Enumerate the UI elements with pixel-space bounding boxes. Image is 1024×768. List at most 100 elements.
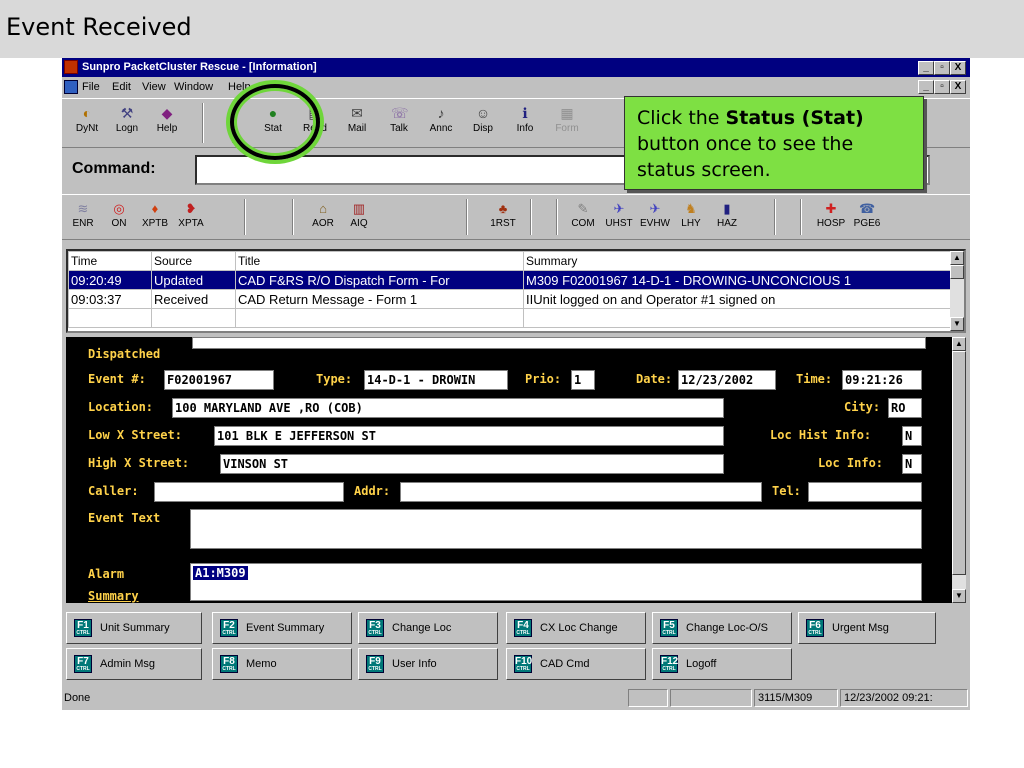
event-text-field[interactable] xyxy=(190,509,922,549)
loc-hist-info-field[interactable]: N xyxy=(902,426,922,446)
caller-label: Caller: xyxy=(88,484,139,498)
enr-button[interactable]: ≋ ENR xyxy=(66,199,100,237)
minimize-button[interactable]: _ xyxy=(918,61,934,75)
scroll-thumb[interactable] xyxy=(952,351,966,575)
1rst-button[interactable]: ♣ 1RST xyxy=(486,199,520,237)
time-field[interactable]: 09:21:26 xyxy=(842,370,922,390)
f4-key-icon: F4 CTRL xyxy=(514,619,532,637)
com-button[interactable]: ✎ COM xyxy=(566,199,600,237)
scroll-down-icon[interactable]: ▼ xyxy=(952,589,966,603)
f7-admin-msg-button[interactable]: F7 CTRL Admin Msg xyxy=(66,648,202,680)
f12-logoff-button[interactable]: F12 CTRL Logoff xyxy=(652,648,792,680)
evhw-button[interactable]: ✈ EVHW xyxy=(638,199,672,237)
tel-field[interactable] xyxy=(808,482,922,502)
on-button[interactable]: ◎ ON xyxy=(102,199,136,237)
menubar: File Edit View Window Help _ ▫ X xyxy=(62,78,970,96)
dispatched-field xyxy=(192,337,926,349)
page-icon: ☎ xyxy=(859,201,876,216)
cell-time: 09:03:37 xyxy=(68,289,152,309)
f4-cx-loc-change-button[interactable]: F4 CTRL CX Loc Change xyxy=(506,612,646,644)
xpta-button[interactable]: ❥ XPTA xyxy=(174,199,208,237)
column-time[interactable]: Time xyxy=(68,251,152,271)
f1-key-icon: F1 CTRL xyxy=(74,619,92,637)
f5-change-loc-os-button[interactable]: F5 CTRL Change Loc-O/S xyxy=(652,612,792,644)
close-button[interactable]: X xyxy=(950,61,966,75)
city-field[interactable]: RO xyxy=(888,398,922,418)
type-field[interactable]: 14-D-1 - DROWIN xyxy=(364,370,508,390)
f10-cad-cmd-button[interactable]: F10 CTRL CAD Cmd xyxy=(506,648,646,680)
scroll-up-icon[interactable]: ▲ xyxy=(952,337,966,351)
toolbar-separator xyxy=(466,199,468,235)
cell-title: CAD Return Message - Form 1 xyxy=(235,289,524,309)
low-x-street-label: Low X Street: xyxy=(88,428,182,442)
maximize-button[interactable]: ▫ xyxy=(934,61,950,75)
message-list-scrollbar[interactable]: ▲ ▼ xyxy=(950,251,964,331)
f1-unit-summary-button[interactable]: F1 CTRL Unit Summary xyxy=(66,612,202,644)
child-minimize-button[interactable]: _ xyxy=(918,80,934,94)
date-field[interactable]: 12/23/2002 xyxy=(678,370,776,390)
f2-key-icon: F2 CTRL xyxy=(220,619,238,637)
location-label: Location: xyxy=(88,400,154,414)
stat-highlight-circle xyxy=(230,84,320,160)
addr-field[interactable] xyxy=(400,482,762,502)
dynt-button[interactable]: ◐ DyNt xyxy=(68,103,106,145)
menu-file[interactable]: File xyxy=(82,78,100,96)
xptb-button[interactable]: ♦ XPTB xyxy=(138,199,172,237)
table-row[interactable]: 09:03:37 Received CAD Return Message - F… xyxy=(68,289,955,309)
scroll-thumb[interactable] xyxy=(950,265,964,279)
login-icon: ⚒ xyxy=(120,105,134,121)
document-icon[interactable] xyxy=(64,80,78,94)
logn-button[interactable]: ⚒ Logn xyxy=(108,103,146,145)
display-icon: ☺ xyxy=(475,105,491,121)
low-x-street-field[interactable]: 101 BLK E JEFFERSON ST xyxy=(214,426,724,446)
aor-button[interactable]: ⌂ AOR xyxy=(306,199,340,237)
announce-icon: ♪ xyxy=(437,105,445,121)
column-title[interactable]: Title xyxy=(235,251,524,271)
info-button[interactable]: ℹ Info xyxy=(506,103,544,145)
aiq-button[interactable]: ▥ AIQ xyxy=(342,199,376,237)
column-source[interactable]: Source xyxy=(151,251,236,271)
high-x-street-field[interactable]: VINSON ST xyxy=(220,454,724,474)
location-field[interactable]: 100 MARYLAND AVE ,RO (COB) xyxy=(172,398,724,418)
lhy-button[interactable]: ♞ LHY xyxy=(674,199,708,237)
uhst-button[interactable]: ✈ UHST xyxy=(602,199,636,237)
f2-event-summary-button[interactable]: F2 CTRL Event Summary xyxy=(212,612,352,644)
loc-hist-info-label: Loc Hist Info: xyxy=(770,428,872,442)
scroll-down-icon[interactable]: ▼ xyxy=(950,317,964,331)
status-toolbar: ≋ ENR ◎ ON ♦ XPTB ❥ XPTA ⌂ AOR ▥ AIQ ♣ 1RST ✎ CO… xyxy=(62,194,970,240)
addr-label: Addr: xyxy=(354,484,391,498)
table-row[interactable]: 09:20:49 Updated CAD F&RS R/O Dispatch F… xyxy=(68,270,955,290)
status-panel xyxy=(628,689,668,707)
hosp-button[interactable]: ✚ HOSP xyxy=(814,199,848,237)
prio-field[interactable]: 1 xyxy=(571,370,595,390)
pge6-button[interactable]: ☎ PGE6 xyxy=(850,199,884,237)
caller-field[interactable] xyxy=(154,482,344,502)
menu-window[interactable]: Window xyxy=(174,78,213,96)
column-summary[interactable]: Summary xyxy=(523,251,955,271)
alarm-summary-field[interactable]: A1:M309 xyxy=(190,563,922,601)
disp-button[interactable]: ☺ Disp xyxy=(464,103,502,145)
help-button[interactable]: ◆ Help xyxy=(148,103,186,145)
detail-scrollbar[interactable]: ▲ ▼ xyxy=(952,337,966,603)
type-label: Type: xyxy=(316,372,353,386)
annc-button[interactable]: ♪ Annc xyxy=(422,103,460,145)
mail-button[interactable]: ✉ Mail xyxy=(338,103,376,145)
menu-view[interactable]: View xyxy=(142,78,166,96)
loc-info-field[interactable]: N xyxy=(902,454,922,474)
slide-title: Event Received xyxy=(6,13,192,41)
f3-change-loc-button[interactable]: F3 CTRL Change Loc xyxy=(358,612,498,644)
time-label: Time: xyxy=(796,372,833,386)
child-close-button[interactable]: X xyxy=(950,80,966,94)
form-button[interactable]: ▦ Form xyxy=(548,103,586,145)
menu-edit[interactable]: Edit xyxy=(112,78,131,96)
f9-user-info-button[interactable]: F9 CTRL User Info xyxy=(358,648,498,680)
scroll-up-icon[interactable]: ▲ xyxy=(950,251,964,265)
f8-memo-button[interactable]: F8 CTRL Memo xyxy=(212,648,352,680)
prio-label: Prio: xyxy=(525,372,562,386)
talk-button[interactable]: ☏ Talk xyxy=(380,103,418,145)
haz-button[interactable]: ▮ HAZ xyxy=(710,199,744,237)
event-number-field[interactable]: F02001967 xyxy=(164,370,274,390)
first-icon: ♣ xyxy=(498,201,508,216)
f6-urgent-msg-button[interactable]: F6 CTRL Urgent Msg xyxy=(798,612,936,644)
child-maximize-button[interactable]: ▫ xyxy=(934,80,950,94)
